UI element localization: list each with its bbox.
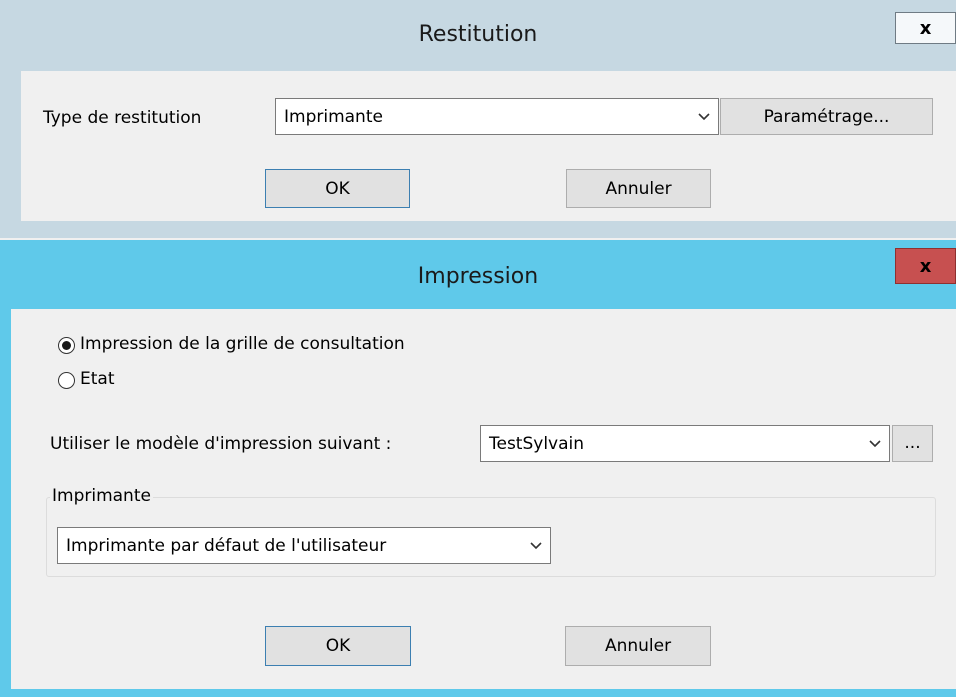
chevron-down-icon bbox=[869, 439, 881, 447]
impression-dialog: Impression x Impression de la grille de … bbox=[0, 240, 956, 697]
type-restitution-value: Imprimante bbox=[284, 106, 383, 127]
impression-close-button[interactable]: x bbox=[895, 248, 956, 284]
template-value: TestSylvain bbox=[489, 433, 585, 454]
browse-template-button[interactable]: ... bbox=[892, 425, 933, 462]
restitution-close-button[interactable]: x bbox=[895, 12, 956, 44]
impression-title: Impression bbox=[417, 264, 539, 289]
restitution-dialog: Restitution x Type de restitution Imprim… bbox=[0, 0, 956, 238]
restitution-title: Restitution bbox=[418, 22, 538, 47]
radio-etat[interactable]: Etat bbox=[58, 369, 178, 393]
template-label: Utiliser le modèle d'impression suivant … bbox=[50, 434, 392, 454]
printer-value: Imprimante par défaut de l'utilisateur bbox=[66, 535, 387, 556]
chevron-down-icon bbox=[530, 541, 542, 549]
radio-grille-indicator[interactable] bbox=[58, 337, 75, 354]
chevron-down-icon bbox=[698, 112, 710, 120]
radio-grille-label: Impression de la grille de consultation bbox=[80, 334, 405, 354]
impression-ok-button[interactable]: OK bbox=[265, 626, 411, 666]
radio-etat-label: Etat bbox=[80, 369, 115, 389]
printer-select[interactable]: Imprimante par défaut de l'utilisateur bbox=[57, 527, 551, 564]
template-select[interactable]: TestSylvain bbox=[480, 425, 890, 462]
type-restitution-select[interactable]: Imprimante bbox=[275, 98, 719, 135]
impression-cancel-button[interactable]: Annuler bbox=[565, 626, 711, 666]
radio-grille-consultation[interactable]: Impression de la grille de consultation bbox=[58, 334, 478, 358]
restitution-ok-button[interactable]: OK bbox=[265, 169, 410, 208]
impression-client-area: Impression de la grille de consultation … bbox=[11, 309, 956, 689]
restitution-client-area: Type de restitution Imprimante Paramétra… bbox=[21, 71, 956, 221]
restitution-titlebar[interactable]: Restitution bbox=[0, 0, 956, 78]
restitution-cancel-button[interactable]: Annuler bbox=[566, 169, 711, 208]
type-restitution-label: Type de restitution bbox=[43, 108, 202, 128]
parametrage-button[interactable]: Paramétrage... bbox=[720, 98, 933, 135]
radio-etat-indicator[interactable] bbox=[58, 372, 75, 389]
printer-group-label: Imprimante bbox=[50, 486, 153, 506]
